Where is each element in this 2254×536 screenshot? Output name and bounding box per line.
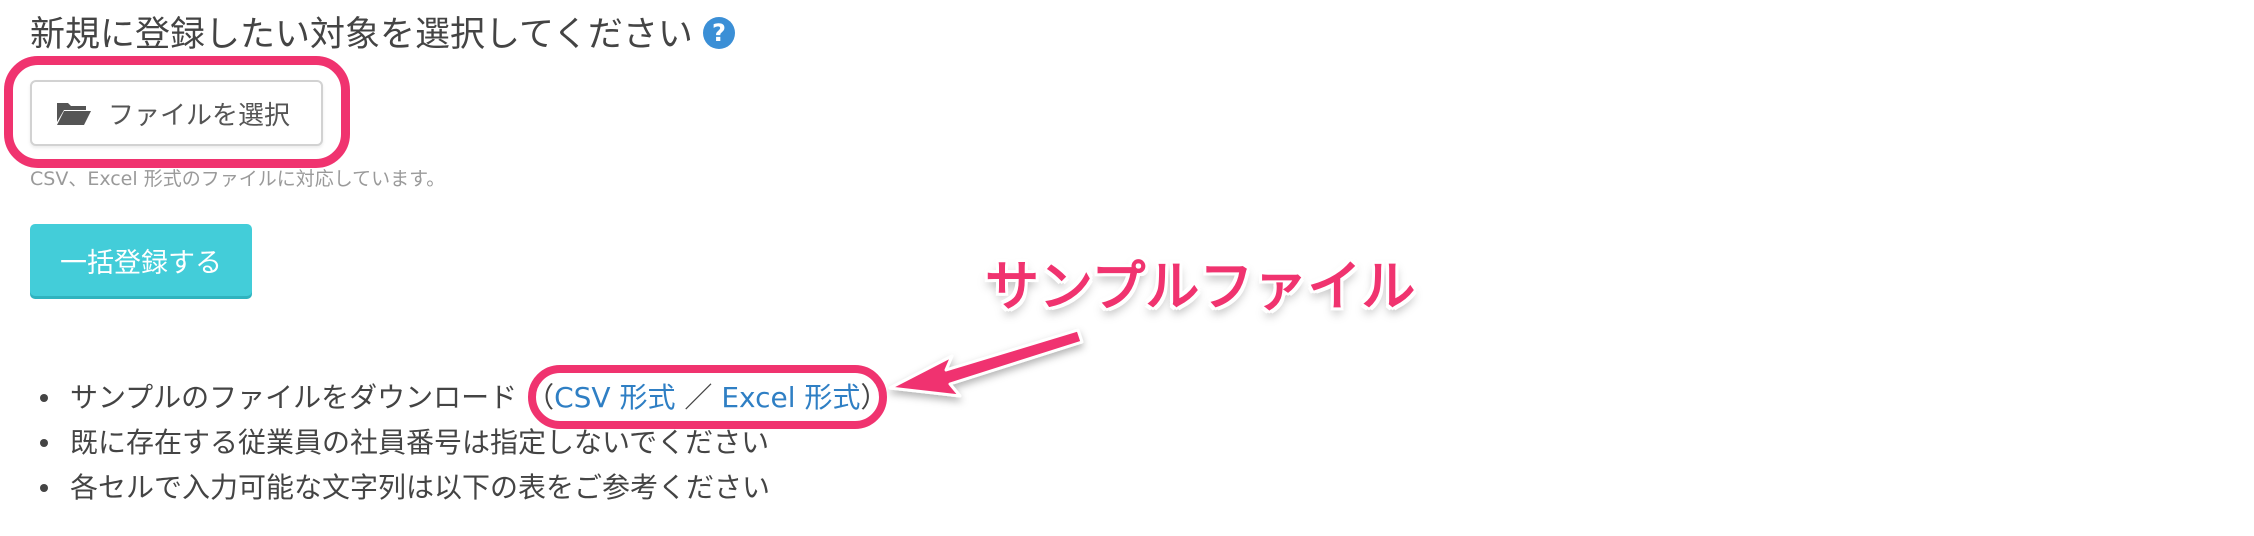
page-title-text: 新規に登録したい対象を選択してください <box>30 15 693 55</box>
bullet <box>40 394 48 402</box>
help-icon[interactable]: ? <box>702 17 735 49</box>
annotation-label: サンプルファイル <box>985 255 1416 318</box>
bulk-register-button[interactable]: 一括登録する <box>30 224 252 296</box>
csv-sample-link[interactable]: CSV 形式 <box>554 381 675 414</box>
link-separator: ／ <box>684 381 713 414</box>
download-sample-text: サンプルのファイルをダウンロード <box>70 381 518 414</box>
folder-open-icon <box>57 103 91 125</box>
supported-formats-hint: CSV、Excel 形式のファイルに対応しています。 <box>30 168 446 190</box>
cell-input-note: 各セルで入力可能な文字列は以下の表をご参考ください <box>70 471 771 504</box>
list-item: 各セルで入力可能な文字列は以下の表をご参考ください <box>30 465 888 510</box>
paren-close: ） <box>860 381 889 414</box>
choose-file-label: ファイルを選択 <box>108 100 291 131</box>
employee-number-note: 既に存在する従業員の社員番号は指定しないでください <box>70 426 770 459</box>
choose-file-button[interactable]: ファイルを選択 <box>30 80 323 146</box>
list-item: 既に存在する従業員の社員番号は指定しないでください <box>30 420 888 465</box>
page-title: 新規に登録したい対象を選択してください? <box>30 10 735 60</box>
bullet <box>40 439 48 447</box>
excel-sample-link[interactable]: Excel 形式 <box>721 381 860 414</box>
import-page: 新規に登録したい対象を選択してください? ファイルを選択 CSV、Excel 形… <box>0 0 2254 536</box>
list-item: サンプルのファイルをダウンロード （CSV 形式 ／ Excel 形式） <box>30 375 888 420</box>
paren-open: （ <box>526 381 555 414</box>
bulk-register-label: 一括登録する <box>60 247 222 279</box>
bullet <box>40 484 48 492</box>
notes-list: サンプルのファイルをダウンロード （CSV 形式 ／ Excel 形式） 既に存… <box>30 375 888 510</box>
annotation-arrow-icon <box>888 328 1084 398</box>
